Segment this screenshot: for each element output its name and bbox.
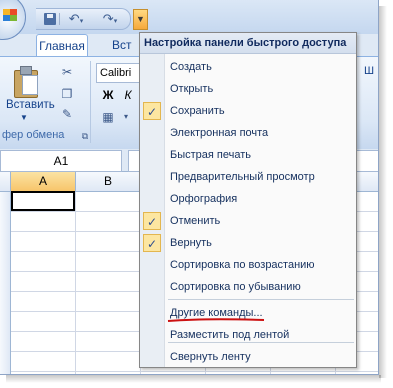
menu-separator <box>168 342 354 343</box>
window-shadow <box>6 375 381 383</box>
quick-access-toolbar: ↶▾ ↷▾ <box>36 8 131 30</box>
chevron-down-icon: ▾ <box>79 18 84 25</box>
font-name-field[interactable]: Calibri <box>96 63 141 83</box>
menu-item[interactable]: ✓ Отменить <box>140 210 356 232</box>
floppy-icon <box>44 13 56 25</box>
chevron-down-icon[interactable]: ▾ <box>118 109 134 125</box>
ribbon-text-partial: Ш <box>364 65 375 77</box>
menu-item[interactable]: Орфография <box>140 188 356 210</box>
red-underline-annotation <box>167 318 265 322</box>
menu-item-label: Отменить <box>170 215 221 227</box>
chevron-down-icon[interactable]: ▼ <box>20 113 28 122</box>
clipboard-group-label: фер обмена <box>2 129 65 141</box>
menu-item[interactable]: ✓ Вернуть <box>140 232 356 254</box>
menu-item[interactable]: Сортировка по убыванию <box>140 276 356 298</box>
menu-item[interactable]: Создать <box>140 56 356 78</box>
menu-item-label: Предварительный просмотр <box>170 171 315 183</box>
paste-button[interactable]: Вставить <box>6 99 55 111</box>
separator <box>59 13 60 25</box>
checkmark-icon: ✓ <box>143 212 161 230</box>
menu-item-label: Сортировка по убыванию <box>170 281 301 293</box>
menu-item[interactable]: Свернуть ленту <box>140 346 356 368</box>
menu-item[interactable]: Электронная почта <box>140 122 356 144</box>
customize-qat-button[interactable]: ▼ <box>133 9 148 30</box>
active-cell[interactable] <box>11 191 75 211</box>
cut-icon[interactable]: ✂ <box>60 65 74 79</box>
menu-item[interactable]: Открыть <box>140 78 356 100</box>
menu-item-label: Вернуть <box>170 237 212 249</box>
menu-item-label: Орфография <box>170 193 238 205</box>
select-all-corner[interactable] <box>0 172 11 191</box>
tab-insert[interactable]: Вст <box>112 34 132 56</box>
menu-item-label: Открыть <box>170 83 214 95</box>
menu-title: Настройка панели быстрого доступа <box>140 33 356 54</box>
chevron-down-icon: ▾ <box>113 18 118 25</box>
redo-button[interactable]: ↷▾ <box>96 10 124 28</box>
chevron-down-icon: ▼ <box>136 14 145 24</box>
menu-item-label: Сортировка по возрастанию <box>170 259 315 271</box>
row-headers <box>0 192 11 374</box>
column-header-a[interactable]: A <box>11 172 76 191</box>
menu-item-label: Электронная почта <box>170 127 269 139</box>
window-shadow <box>379 6 387 378</box>
dialog-launcher-icon[interactable]: ⧉ <box>78 129 92 143</box>
office-logo-icon <box>3 9 17 21</box>
menu-item[interactable]: Предварительный просмотр <box>140 166 356 188</box>
menu-item[interactable]: Сортировка по возрастанию <box>140 254 356 276</box>
bold-button[interactable]: Ж <box>100 87 116 103</box>
tab-home[interactable]: Главная <box>36 34 88 57</box>
undo-icon: ↶ <box>68 11 80 26</box>
menu-item[interactable]: Быстрая печать <box>140 144 356 166</box>
title-bar: ↶▾ ↷▾ ▼ <box>0 0 378 40</box>
column-header-b[interactable]: B <box>76 172 141 191</box>
italic-button[interactable]: К <box>120 87 136 103</box>
menu-separator <box>168 299 354 300</box>
checkmark-icon: ✓ <box>143 102 161 120</box>
name-box[interactable]: A1 <box>0 150 122 172</box>
paste-icon[interactable] <box>14 66 38 98</box>
checkmark-icon: ✓ <box>143 234 161 252</box>
menu-item-label: Создать <box>170 61 212 73</box>
redo-icon: ↷ <box>102 11 114 26</box>
menu-item-label: Быстрая печать <box>170 149 251 161</box>
borders-icon[interactable]: ▦ <box>100 109 116 125</box>
menu-item-label: Свернуть ленту <box>170 351 251 363</box>
format-painter-icon[interactable]: ✎ <box>60 107 74 121</box>
save-button[interactable] <box>42 10 58 28</box>
menu-item-label: Сохранить <box>170 105 225 117</box>
excel-window: ↶▾ ↷▾ ▼ Главная Вст Вставить ▼ ✂ ❐ ✎ фер… <box>0 0 379 375</box>
copy-icon[interactable]: ❐ <box>60 87 74 101</box>
undo-button[interactable]: ↶▾ <box>62 10 90 28</box>
menu-item[interactable]: ✓ Сохранить <box>140 100 356 122</box>
